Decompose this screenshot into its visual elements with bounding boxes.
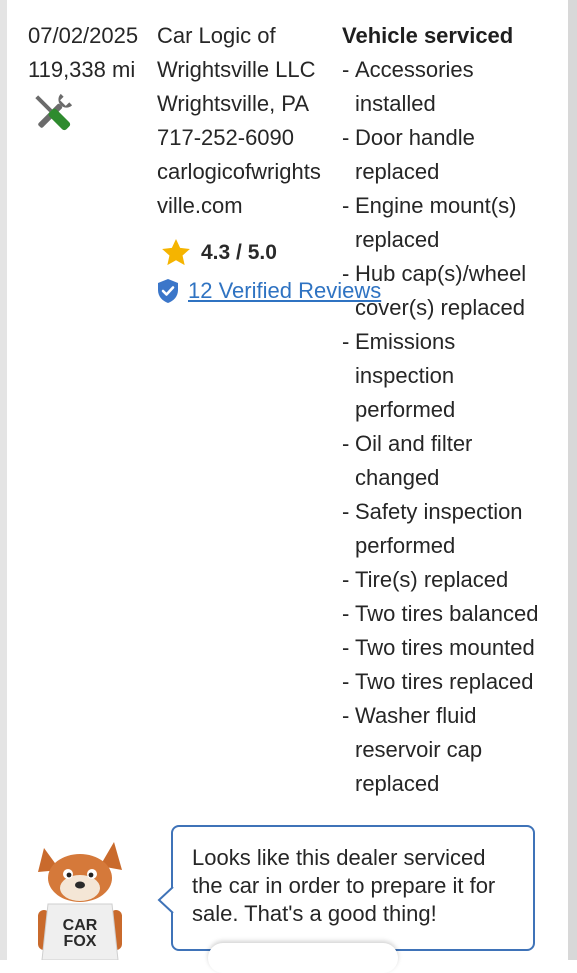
service-item: - Two tires mounted	[342, 631, 575, 665]
service-item: - Door handle replaced	[342, 121, 575, 189]
tools-icon	[35, 93, 73, 131]
dealer-phone[interactable]: 717-252-6090	[157, 121, 321, 155]
dealer-rating: 4.3 / 5.0	[160, 236, 277, 270]
service-item-text: Engine mount(s)	[355, 193, 517, 218]
service-item-dash: -	[342, 669, 350, 694]
service-item-text: Safety inspection	[355, 499, 523, 524]
service-item-text: Door handle	[355, 125, 475, 150]
service-item-text: Two tires mounted	[355, 635, 535, 660]
service-item: - Accessories installed	[342, 53, 575, 121]
service-item-dash: -	[342, 567, 350, 592]
service-item-text: performed	[355, 397, 456, 422]
service-item-text: Hub cap(s)/wheel	[355, 261, 527, 286]
service-item: - Engine mount(s) replaced	[342, 189, 575, 257]
service-item-dash: -	[342, 125, 350, 150]
verified-shield-icon	[158, 279, 178, 303]
service-item-dash: -	[342, 703, 350, 728]
service-item-text: installed	[355, 91, 436, 116]
dealer-location: Wrightsville, PA	[157, 91, 310, 116]
dealer-name-line2: Wrightsville LLC	[157, 57, 316, 82]
service-item: - Safety inspection performed	[342, 495, 575, 563]
carfox-mascot-image: CAR FOX	[38, 842, 122, 960]
service-item-text: inspection	[355, 363, 455, 388]
service-item-text: Tire(s) replaced	[355, 567, 509, 592]
service-item-dash: -	[342, 431, 350, 456]
service-item: - Washer fluid reservoir cap replaced	[342, 699, 575, 801]
callout-pointer	[157, 886, 174, 914]
service-date: 07/02/2025	[28, 23, 139, 48]
services-list: Vehicle serviced - Accessories installed - D…	[342, 19, 575, 801]
left-border	[0, 0, 7, 960]
service-item: - Hub cap(s)/wheel cover(s) replaced	[342, 257, 575, 325]
service-item-text: cover(s) replaced	[355, 295, 525, 320]
odometer-reading: 119,338 mi	[28, 57, 136, 82]
service-item-text: replaced	[355, 771, 440, 796]
dealer-website-line1[interactable]: carlogicofwrights	[157, 155, 321, 189]
service-item-text: replaced	[355, 227, 440, 252]
bottom-floating-bar[interactable]	[208, 943, 398, 973]
service-item-dash: -	[342, 329, 350, 354]
service-item-dash: -	[342, 601, 350, 626]
service-item: - Oil and filter changed	[342, 427, 575, 495]
service-item-dash: -	[342, 635, 350, 660]
service-item: - Tire(s) replaced	[342, 563, 575, 597]
mascot-shirt-line2: FOX	[64, 933, 97, 950]
service-item-text: reservoir cap	[355, 737, 483, 762]
service-item-text: Accessories	[355, 57, 474, 82]
service-item-dash: -	[342, 57, 350, 82]
mascot-shirt-line1: CAR	[63, 917, 98, 934]
service-item-dash: -	[342, 193, 350, 218]
dealer-info: Car Logic of Wrightsville LLC Wrightsvil…	[157, 19, 321, 223]
callout-text: Looks like this dealer serviced the car …	[192, 845, 496, 926]
star-icon	[162, 239, 190, 266]
service-item-text: replaced	[355, 159, 440, 184]
service-item-text: Oil and filter	[355, 431, 473, 456]
service-item-dash: -	[342, 499, 350, 524]
dealer-name-line1: Car Logic of	[157, 23, 276, 48]
service-item: - Two tires balanced	[342, 597, 575, 631]
record-date-column: 07/02/2025 119,338 mi	[28, 19, 138, 87]
service-item: - Emissions inspection performed	[342, 325, 575, 427]
info-callout: Looks like this dealer serviced the car …	[171, 825, 535, 951]
service-item-text: Two tires replaced	[355, 669, 534, 694]
service-item-text: changed	[355, 465, 440, 490]
service-item-text: Washer fluid	[355, 703, 477, 728]
service-item-dash: -	[342, 261, 350, 286]
service-item-text: performed	[355, 533, 456, 558]
dealer-website-line2[interactable]: ville.com	[157, 189, 321, 223]
services-heading: Vehicle serviced	[342, 23, 514, 48]
service-item-text: Two tires balanced	[355, 601, 539, 626]
service-item: - Two tires replaced	[342, 665, 575, 699]
service-item-text: Emissions	[355, 329, 456, 354]
rating-value: 4.3 / 5.0	[201, 241, 277, 264]
